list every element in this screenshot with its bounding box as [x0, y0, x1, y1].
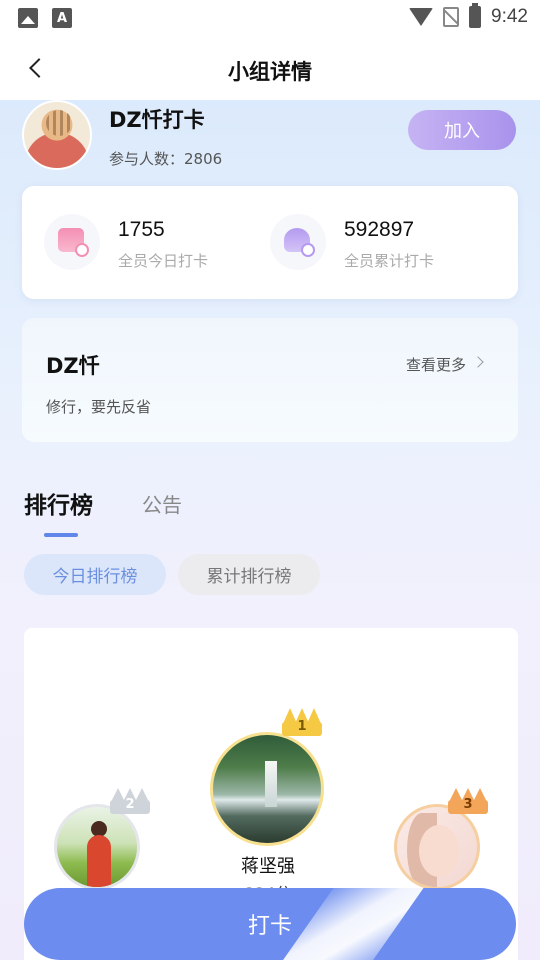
- total-checkin-label: 全员累计打卡: [344, 252, 435, 270]
- member-count: 参与人数：2806: [109, 150, 223, 168]
- group-intro-card: DZ忏 查看更多 修行，要先反省: [22, 318, 518, 442]
- filter-total-leaderboard[interactable]: 累计排行榜: [178, 554, 320, 595]
- calendar-clock-icon: [44, 214, 100, 270]
- tab-announcement[interactable]: 公告: [142, 489, 182, 518]
- status-time: 9:42: [491, 6, 528, 27]
- a-icon: A: [52, 8, 72, 28]
- today-checkin-label: 全员今日打卡: [118, 252, 209, 270]
- silver-crown-icon: 2: [110, 784, 150, 814]
- wifi-icon: [409, 8, 434, 26]
- status-left-icons: A: [18, 8, 72, 28]
- rank-1-avatar[interactable]: [210, 732, 324, 846]
- rank-2-avatar[interactable]: [54, 804, 140, 890]
- rank-3-avatar[interactable]: [394, 804, 480, 890]
- intro-title: DZ忏: [46, 354, 100, 378]
- no-sim-icon: [443, 7, 460, 27]
- status-right-icons: 9:42: [409, 3, 528, 28]
- view-more-link[interactable]: 查看更多: [406, 354, 466, 375]
- bronze-crown-icon: 3: [448, 784, 488, 814]
- tab-active-indicator: [44, 533, 78, 537]
- chevron-right-icon: [472, 356, 484, 368]
- tab-leaderboard[interactable]: 排行榜: [24, 486, 93, 520]
- total-checkin-count: 592897: [344, 218, 415, 241]
- filter-today-leaderboard[interactable]: 今日排行榜: [24, 554, 166, 595]
- group-name: DZ忏打卡: [109, 108, 205, 132]
- gold-crown-icon: 1: [282, 706, 322, 736]
- page-title: 小组详情: [228, 60, 312, 84]
- join-button[interactable]: 加入: [408, 110, 516, 150]
- today-checkin-count: 1755: [118, 218, 165, 241]
- image-icon: [18, 8, 38, 28]
- battery-charging-icon: [469, 3, 482, 28]
- checkin-button[interactable]: 打卡: [24, 888, 516, 960]
- users-clock-icon: [270, 214, 326, 270]
- stats-card: 1755 全员今日打卡 592897 全员累计打卡: [22, 186, 518, 299]
- nav-bar: 小组详情: [0, 36, 540, 100]
- group-avatar: [22, 100, 92, 170]
- checkin-label: 打卡: [247, 914, 292, 939]
- intro-description: 修行，要先反省: [46, 398, 152, 416]
- status-bar: A 9:42: [0, 0, 540, 36]
- rank-1-name: 蒋坚强: [241, 856, 295, 877]
